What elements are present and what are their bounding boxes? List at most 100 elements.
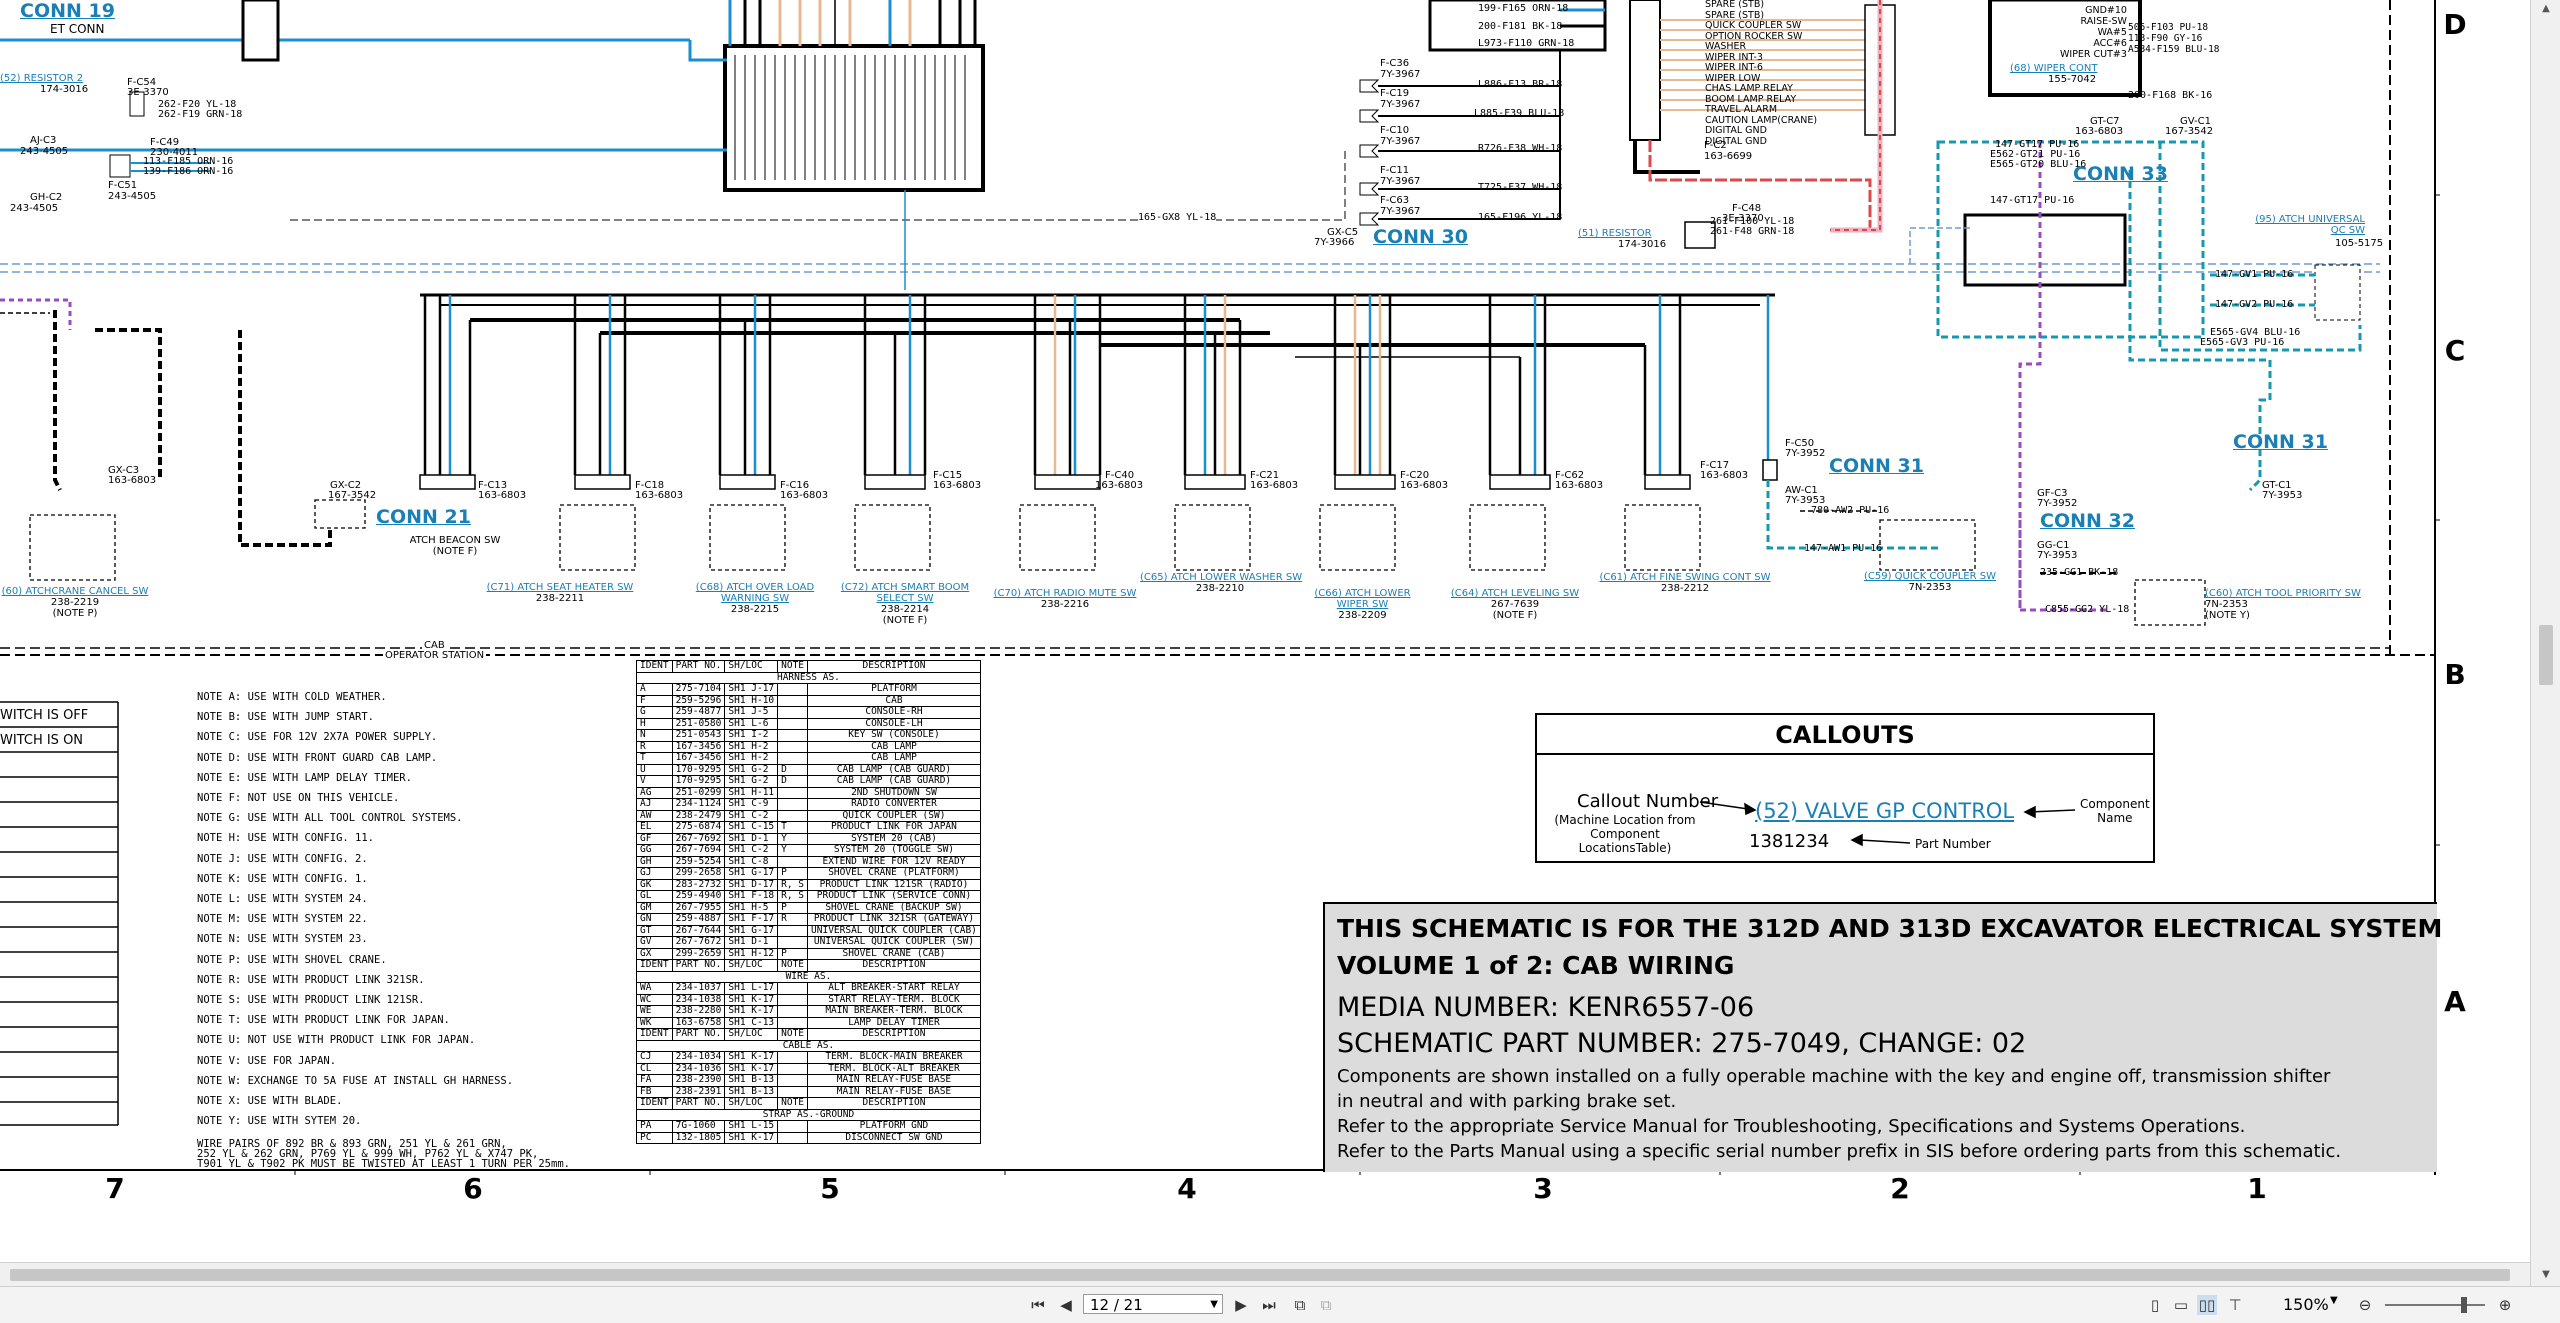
parts-table: IDENT PART NO. SH/LOC NOTE DESCRIPTION HARNES… [636, 660, 981, 1144]
continuous-view-icon[interactable]: ▭ [2171, 1295, 2191, 1315]
switch-label[interactable]: (C70) ATCH RADIO MUTE SW 238-2216 [990, 588, 1140, 610]
zoom-out-icon[interactable]: ⊖ [2355, 1295, 2375, 1315]
next-view-icon[interactable]: ⧉ [1316, 1295, 1336, 1315]
conn31-label[interactable]: CONN 31 [1829, 455, 1924, 477]
table-row: R 167-3456 SH1 H-2 CAB LAMP [636, 740, 981, 753]
row-label: A [2444, 985, 2466, 1018]
connector-part: 7Y-3967 [1380, 136, 1421, 147]
table-cell: SHOVEL CRANE (BACKUP SW) [807, 901, 981, 914]
facing-view-icon[interactable]: ▯▯ [2197, 1295, 2217, 1315]
switch-label[interactable]: (C71) ATCH SEAT HEATER SW 238-2211 [480, 582, 640, 604]
scroll-up-icon[interactable]: ▲ [2539, 2, 2553, 16]
conn33-label[interactable]: CONN 33 [2073, 163, 2168, 185]
switch-label[interactable]: (C68) ATCH OVER LOAD WARNING SW 238-2215 [690, 582, 820, 615]
resistor-link[interactable]: (51) RESISTOR [1578, 228, 1652, 239]
wiper-cont-link[interactable]: (68) WIPER CONT [2010, 63, 2097, 74]
operator-station-label: OPERATOR STATION [383, 650, 487, 661]
table-cell: U [636, 763, 673, 776]
atch-universal-link[interactable]: (95) ATCH UNIVERSAL QC SW [2255, 214, 2365, 236]
table-row: FA 238-2390 SH1 B-13 MAIN RELAY-FUSE BASE [636, 1074, 981, 1087]
chevron-down-icon[interactable]: ▼ [1210, 1295, 1218, 1315]
conn32-label[interactable]: CONN 32 [2040, 510, 2135, 532]
switch-label[interactable]: (C61) ATCH FINE SWING CONT SW 238-2212 [1585, 572, 1785, 594]
table-cell [777, 1074, 809, 1087]
vertical-scroll-thumb[interactable] [2539, 625, 2553, 685]
table-cell: 167-3456 [671, 752, 726, 765]
list-item: ACC#6 [2093, 38, 2127, 49]
table-section-title: CABLE AS. [636, 1039, 981, 1052]
zoom-slider-knob[interactable] [2461, 1297, 2467, 1313]
conn21-label[interactable]: CONN 21 [376, 506, 471, 528]
list-item: GND#10 [2085, 5, 2127, 16]
first-page-icon[interactable]: ⏮ [1028, 1295, 1048, 1315]
previous-view-icon[interactable]: ⧉ [1290, 1295, 1310, 1315]
connector-id: F-C51 [108, 180, 138, 191]
table-cell: MAIN RELAY-FUSE BASE [807, 1085, 981, 1098]
table-row: GK 283-2732 SH1 D-17 R, S PRODUCT LINK 121SR… [636, 878, 981, 891]
connector-part: 163-6803 [1555, 480, 1604, 491]
table-cell: P [777, 867, 809, 880]
table-cell: SH1 I-2 [724, 729, 779, 742]
conn31b-label[interactable]: CONN 31 [2233, 431, 2328, 453]
zoom-level[interactable]: 150% [2283, 1295, 2329, 1314]
table-cell: 275-6874 [671, 821, 726, 834]
connector-id: F-C36 [1380, 58, 1410, 69]
table-row: GM 267-7955 SH1 H-5 P SHOVEL CRANE (BACKUP S… [636, 901, 981, 914]
schematic-title: THIS SCHEMATIC IS FOR THE 312D AND 313D … [1337, 914, 2443, 943]
table-cell: CONSOLE-LH [807, 717, 981, 730]
list-item: WA#5 [2097, 27, 2127, 38]
zoom-dropdown-icon[interactable]: ▼ [2330, 1295, 2338, 1306]
machine-location-label: (Machine Location from Component Locatio… [1554, 813, 1696, 855]
switch-label[interactable]: (C65) ATCH LOWER WASHER SW 238-2210 [1140, 572, 1302, 594]
switch-label[interactable]: (C72) ATCH SMART BOOM SELECT SW 238-2214(… [840, 582, 970, 626]
wire-label: 139-F186 ORN-16 [143, 166, 234, 177]
callout-example-link[interactable]: (52) VALVE GP CONTROL [1755, 799, 2014, 823]
viewer-toolbar: ⏮ ◀ 12 / 21 ▼ ▶ ⏭ ⧉ ⧉ ▯ ▭ ▯▯ ⊤ 150% ▼ ⊖ ⊕ [0, 1286, 2560, 1323]
next-page-icon[interactable]: ▶ [1231, 1295, 1251, 1315]
table-cell: 238-2390 [671, 1074, 726, 1087]
table-cell: R, S [777, 890, 809, 903]
col-label: 3 [1533, 1172, 1553, 1205]
resistor-part: 174-3016 [40, 84, 89, 95]
single-page-view-icon[interactable]: ▯ [2145, 1295, 2165, 1315]
conn30-label[interactable]: CONN 30 [1373, 226, 1468, 248]
horizontal-scrollbar[interactable] [0, 1262, 2530, 1287]
switch-label: ATCH BEACON SW (NOTE F) [409, 535, 501, 557]
horizontal-scroll-thumb[interactable] [10, 1269, 2510, 1281]
conn19-label[interactable]: CONN 19 [20, 0, 115, 22]
previous-page-icon[interactable]: ◀ [1056, 1295, 1076, 1315]
table-cell: LAMP DELAY TIMER [807, 1016, 981, 1029]
zoom-slider[interactable] [2385, 1297, 2485, 1313]
switch-label[interactable]: (C64) ATCH LEVELING SW 267-7639 (NOTE F) [1440, 588, 1590, 621]
vertical-scrollbar[interactable]: ▲ ▼ [2530, 0, 2560, 1286]
table-cell: SH1 D-1 [724, 832, 779, 845]
switch-label[interactable]: (C59) QUICK COUPLER SW 7N-2353 [1855, 571, 2005, 593]
switch-label[interactable]: (C66) ATCH LOWER WIPER SW 238-2209 [1305, 588, 1420, 621]
table-cell: SH1 B-13 [724, 1085, 779, 1098]
table-cell: WC [636, 993, 673, 1006]
table-cell: SH1 K-17 [724, 1062, 779, 1075]
column-header: DESCRIPTION [807, 1028, 981, 1041]
table-cell: 267-7694 [671, 844, 726, 857]
scroll-down-icon[interactable]: ▼ [2539, 1268, 2553, 1282]
table-cell: PRODUCT LINK FOR JAPAN [807, 821, 981, 834]
table-cell: SH1 B-13 [724, 1074, 779, 1087]
connector-part: 163-6803 [635, 490, 684, 501]
connector-id: AJ-C3 [30, 135, 57, 146]
column-header: NOTE [777, 1028, 809, 1041]
wiper-cont-part: 155-7042 [2048, 74, 2097, 85]
switch-label[interactable]: (C60) ATCH TOOL PRIORITY SW 7N-2353 (NOTE … [2205, 588, 2380, 621]
zoom-in-icon[interactable]: ⊕ [2495, 1295, 2515, 1315]
table-cell: F [636, 694, 673, 707]
page-number-input[interactable]: 12 / 21 ▼ [1083, 1294, 1223, 1314]
connector-part: 7Y-3952 [1785, 448, 1826, 459]
switch-label[interactable]: (60) ATCHCRANE CANCEL SW 238-2219 (NOTE P) [0, 586, 150, 619]
table-cell [777, 924, 809, 937]
table-cell [777, 1005, 809, 1018]
last-page-icon[interactable]: ⏭ [1259, 1295, 1279, 1315]
col-label: 7 [105, 1172, 125, 1205]
cover-view-icon[interactable]: ⊤ [2225, 1295, 2245, 1315]
table-row: U 170-9295 SH1 G-2 D CAB LAMP (CAB GUARD) [636, 763, 981, 776]
table-cell: PLATFORM [807, 683, 981, 696]
resistor-link[interactable]: (52) RESISTOR 2 [0, 73, 83, 84]
